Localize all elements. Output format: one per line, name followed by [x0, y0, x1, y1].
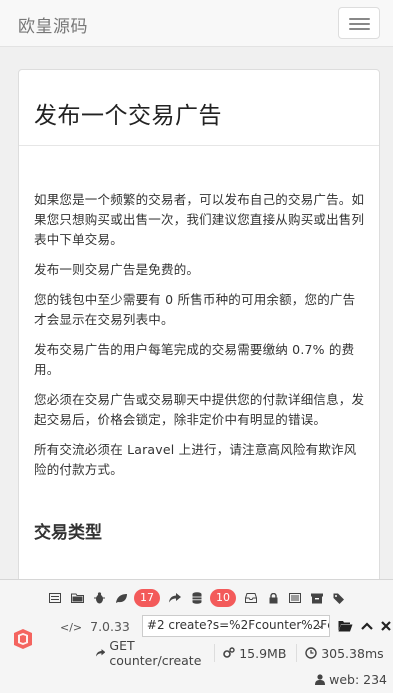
folder-icon[interactable] — [66, 587, 88, 609]
inbox-icon[interactable] — [240, 587, 262, 609]
hamburger-bar — [349, 23, 370, 25]
debugbar-tabs: 17 10 — [44, 586, 350, 610]
queries-count-badge: 10 — [210, 589, 236, 607]
leaf-icon[interactable] — [110, 587, 132, 609]
code-icon: </> — [60, 620, 83, 634]
tags-icon[interactable] — [328, 587, 350, 609]
clock-icon — [305, 647, 317, 659]
list-icon[interactable] — [284, 587, 306, 609]
debugbar-logo-icon[interactable] — [11, 627, 35, 651]
time-indicator[interactable]: 305.38ms — [305, 645, 384, 661]
divider — [214, 644, 216, 662]
php-version-label: 7.0.33 — [90, 618, 130, 634]
section-title-trade-type: 交易类型 — [34, 523, 102, 543]
info-paragraph: 您的钱包中至少需要有 0 所售币种的可用余额，您的广告才会显示在交易列表中。 — [34, 292, 356, 327]
archive-icon[interactable] — [306, 587, 328, 609]
memory-indicator[interactable]: 15.9MB — [223, 646, 286, 661]
memory-label: 15.9MB — [239, 645, 287, 661]
open-folder-icon[interactable] — [338, 620, 353, 632]
maximize-chevron-icon[interactable] — [361, 622, 373, 630]
content-panel: 发布一个交易广告 如果您是一个频繁的交易者，可以发布自己的交易广告。如果您只想购… — [18, 69, 380, 609]
request-select[interactable]: #2 create?s=%2Fcounter%2Fc ⌄ — [141, 615, 330, 637]
info-paragraph: 发布交易广告的用户每笔完成的交易需要缴纳 0.7% 的费用。 — [34, 342, 355, 377]
share-icon — [96, 649, 106, 657]
info-paragraph: 如果您是一个频繁的交易者，可以发布自己的交易广告。如果您只想购买或出售一次，我们… — [34, 192, 365, 247]
debugbar-request-row: </> 7.0.33 #2 create?s=%2Fcounter%2Fc ⌄ — [60, 613, 393, 639]
info-paragraph: 发布一则交易广告是免费的。 — [34, 262, 200, 277]
info-paragraph: 您必须在交易广告或交易聊天中提供您的付款详细信息，发起交易后，价格会锁定，除非定… — [34, 392, 365, 427]
request-select-value: #2 create?s=%2Fcounter%2Fc — [146, 618, 330, 632]
time-label: 305.38ms — [321, 645, 384, 661]
views-count-badge: 17 — [134, 589, 160, 607]
lock-icon[interactable] — [262, 587, 284, 609]
panel-body: 如果您是一个频繁的交易者，可以发布自己的交易广告。如果您只想购买或出售一次，我们… — [19, 146, 379, 543]
share-icon[interactable] — [164, 587, 186, 609]
debugbar-controls — [338, 620, 391, 632]
navbar-toggle-button[interactable] — [338, 7, 380, 39]
bug-icon[interactable] — [88, 587, 110, 609]
database-icon[interactable] — [186, 587, 208, 609]
hamburger-bar — [349, 28, 370, 30]
hamburger-bar — [349, 18, 370, 20]
user-icon — [315, 674, 326, 685]
page-title: 发布一个交易广告 — [34, 103, 222, 129]
php-version: </> 7.0.33 — [60, 619, 130, 634]
cogs-icon — [223, 647, 235, 658]
close-icon[interactable] — [381, 621, 391, 631]
divider — [296, 644, 298, 662]
messages-icon[interactable] — [44, 587, 66, 609]
panel-heading: 发布一个交易广告 — [19, 70, 379, 146]
route-label: GET counter/create — [109, 638, 202, 668]
chevron-down-icon: ⌄ — [315, 618, 325, 631]
info-paragraph: 所有交流必须在 Laravel 上进行，请注意高风险有欺诈风险的付款方式。 — [34, 442, 357, 477]
user-indicator[interactable]: web: 234 — [315, 672, 387, 687]
user-label: web: 234 — [329, 672, 387, 687]
brand-logo[interactable]: 欧皇源码 — [18, 12, 88, 37]
debugbar: 17 10 </> 7.0.33 #2 create?s=%2Fcounter%… — [0, 579, 393, 693]
route-indicator[interactable]: GET counter/create — [96, 638, 204, 668]
navbar: 欧皇源码 — [0, 0, 393, 47]
debugbar-stats-row: GET counter/create 15.9MB 305.38ms — [96, 638, 393, 668]
